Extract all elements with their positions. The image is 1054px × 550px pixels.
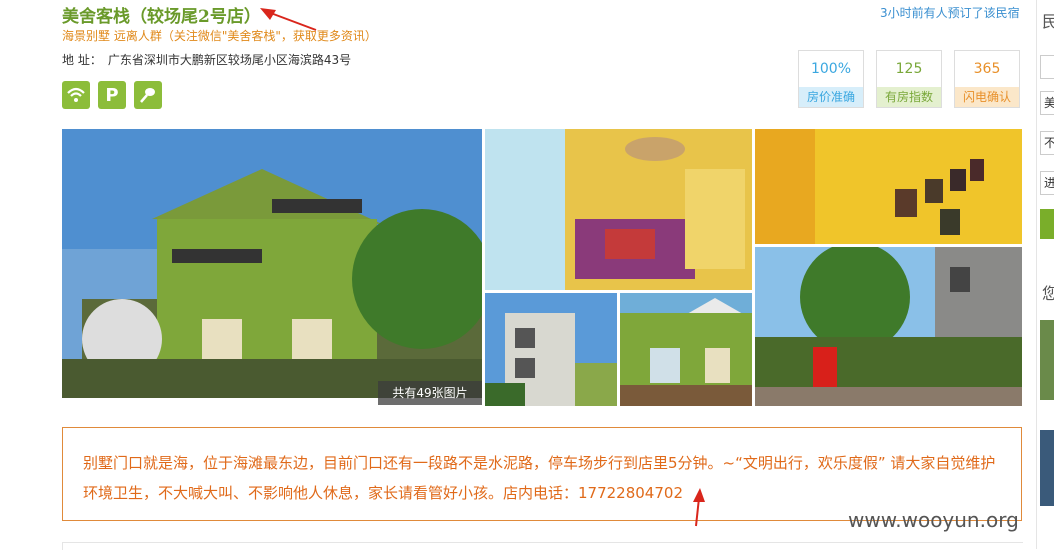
breakfast-icon [134, 81, 162, 109]
gallery-photo-yellow-wall[interactable] [755, 129, 1022, 244]
description-box: 别墅门口就是海，位于海滩最东边，目前门口还有一段路不是水泥路，停车场步行到店里5… [62, 427, 1022, 521]
wifi-icon [62, 81, 90, 109]
hotel-title: 美舍客栈（较场尾2号店） [62, 7, 261, 27]
parking-icon: P [98, 81, 126, 109]
stat-availability: 125 有房指数 [876, 50, 942, 108]
gallery-photo-villa-front[interactable] [620, 293, 752, 406]
stat-label: 房价准确 [799, 87, 863, 107]
photo-count-badge[interactable]: 共有49张图片 [378, 381, 482, 405]
recent-booking-notice: 3小时前有人预订了该民宿 [880, 6, 1020, 20]
hotel-tagline: 海景别墅 远离人群（关注微信"美舍客栈"，获取更多资讯） [62, 29, 377, 43]
stat-instant-confirm: 365 闪电确认 [954, 50, 1020, 108]
sidebar-input-label: 进 [1044, 176, 1054, 190]
hotel-address: 地 址： 广东省深圳市大鹏新区较场尾小区海滨路43号 [62, 51, 351, 68]
sidebar-select-1[interactable]: 美 [1040, 91, 1054, 115]
sidebar-select-label: 不 [1044, 136, 1054, 150]
sidebar-search-button[interactable] [1040, 209, 1054, 239]
sidebar-section-label: 您 [1042, 284, 1054, 303]
stat-value: 365 [973, 61, 1001, 77]
watermark: www.wooyun.org [848, 508, 1019, 532]
gallery-photo-building[interactable] [485, 293, 617, 406]
annotation-arrow-title [260, 8, 317, 31]
address-value: 广东省深圳市大鹏新区较场尾小区海滨路43号 [107, 53, 352, 67]
sidebar-thumb-1[interactable] [1040, 320, 1054, 400]
gallery-photo-living-room[interactable] [485, 129, 752, 290]
sidebar-select-label: 美 [1044, 96, 1054, 110]
annotation-arrow-phone [693, 488, 705, 527]
sidebar-input-1[interactable] [1040, 55, 1054, 79]
sidebar-label-1: 民 [1042, 12, 1054, 31]
address-label: 地 址： [62, 53, 102, 67]
gallery-photo-courtyard[interactable] [755, 247, 1022, 406]
sidebar-input-2[interactable]: 进 [1040, 171, 1054, 195]
stat-value: 125 [895, 61, 923, 77]
sidebar-select-2[interactable]: 不 [1040, 131, 1054, 155]
stat-label: 闪电确认 [955, 87, 1019, 107]
sidebar-thumb-2[interactable] [1040, 430, 1054, 506]
gallery-photo-main[interactable] [62, 129, 482, 398]
stat-price-accuracy: 100% 房价准确 [798, 50, 864, 108]
amenity-icons: P [62, 81, 162, 109]
stat-label: 有房指数 [877, 87, 941, 107]
stat-value: 100% [810, 61, 852, 77]
description-text: 别墅门口就是海，位于海滩最东边，目前门口还有一段路不是水泥路，停车场步行到店里5… [83, 454, 996, 502]
